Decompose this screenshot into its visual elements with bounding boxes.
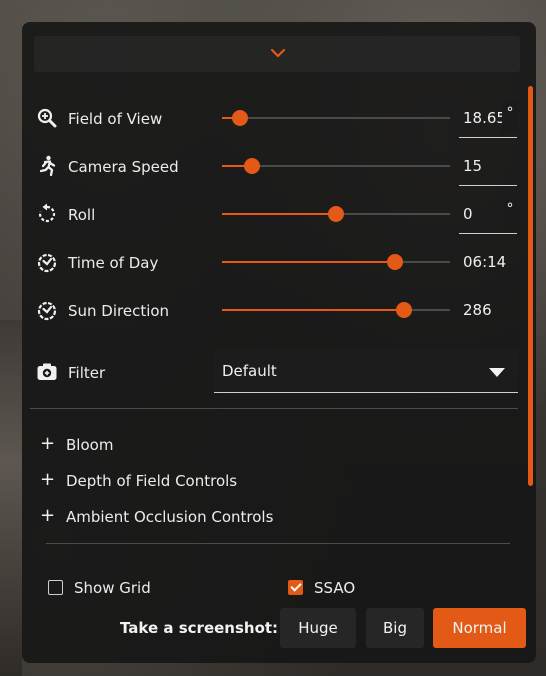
plus-icon: + — [40, 505, 56, 526]
slider-knob[interactable] — [244, 158, 260, 174]
rotate-icon — [38, 203, 56, 223]
field-of-view-slider[interactable] — [222, 100, 450, 136]
divider — [46, 543, 510, 544]
filter-selected-value: Default — [222, 362, 277, 380]
control-label: Time of Day — [68, 254, 159, 272]
sun-direction-slider[interactable] — [222, 292, 450, 328]
checkbox-box[interactable] — [48, 580, 63, 595]
control-label: Roll — [68, 206, 96, 224]
time-of-day-slider[interactable] — [222, 244, 450, 280]
section-label: Depth of Field Controls — [66, 472, 238, 490]
camera-speed-input[interactable]: 15 — [459, 148, 517, 186]
control-row-roll: Roll 0 ° — [36, 196, 518, 236]
show-grid-label: Show Grid — [74, 579, 151, 597]
filter-dropdown[interactable]: Default — [214, 349, 518, 393]
control-row-sun-direction: Sun Direction 286 — [36, 292, 516, 332]
slider-knob[interactable] — [232, 110, 248, 126]
slider-knob[interactable] — [328, 206, 344, 222]
control-row-camera-speed: Camera Speed 15 — [36, 148, 517, 188]
timer-icon — [37, 253, 57, 273]
scrollbar-thumb[interactable] — [528, 86, 533, 486]
screenshot-big-button[interactable]: Big — [366, 608, 424, 648]
screenshot-normal-button[interactable]: Normal — [433, 608, 526, 648]
checkbox-box[interactable] — [288, 580, 303, 595]
collapse-toggle[interactable] — [34, 36, 520, 72]
screenshot-label: Take a screenshot: — [120, 619, 279, 637]
background-scene — [0, 320, 22, 676]
degree-unit: ° — [502, 196, 518, 230]
timer-icon — [37, 301, 57, 321]
camera-speed-slider[interactable] — [222, 148, 450, 184]
control-row-field-of-view: Field of View 18.65 ° — [36, 100, 518, 140]
slider-knob[interactable] — [396, 302, 412, 318]
plus-icon: + — [40, 433, 56, 454]
control-row-time-of-day: Time of Day 06:14 — [36, 244, 516, 284]
camera-settings-panel: Field of View 18.65 ° Camera Speed 15 Ro… — [22, 22, 536, 663]
control-label: Field of View — [68, 110, 163, 128]
control-label: Camera Speed — [68, 158, 179, 176]
show-grid-checkbox[interactable]: Show Grid — [48, 578, 208, 600]
ssao-label: SSAO — [314, 579, 356, 597]
sun-direction-value: 286 — [463, 301, 492, 319]
control-label: Sun Direction — [68, 302, 170, 320]
chevron-down-icon — [270, 48, 286, 58]
section-label: Ambient Occlusion Controls — [66, 508, 274, 526]
running-person-icon — [39, 155, 56, 177]
zoom-icon — [37, 108, 57, 128]
time-of-day-value: 06:14 — [463, 253, 507, 271]
camera-icon — [37, 363, 57, 380]
plus-icon: + — [40, 469, 56, 490]
roll-slider[interactable] — [222, 196, 450, 232]
dropdown-arrow-icon — [489, 368, 505, 377]
degree-unit: ° — [502, 100, 518, 134]
ssao-checkbox[interactable]: SSAO — [288, 578, 408, 600]
slider-knob[interactable] — [387, 254, 403, 270]
divider — [30, 408, 518, 409]
filter-label: Filter — [68, 364, 106, 382]
screenshot-huge-button[interactable]: Huge — [280, 608, 356, 648]
section-label: Bloom — [66, 436, 114, 454]
